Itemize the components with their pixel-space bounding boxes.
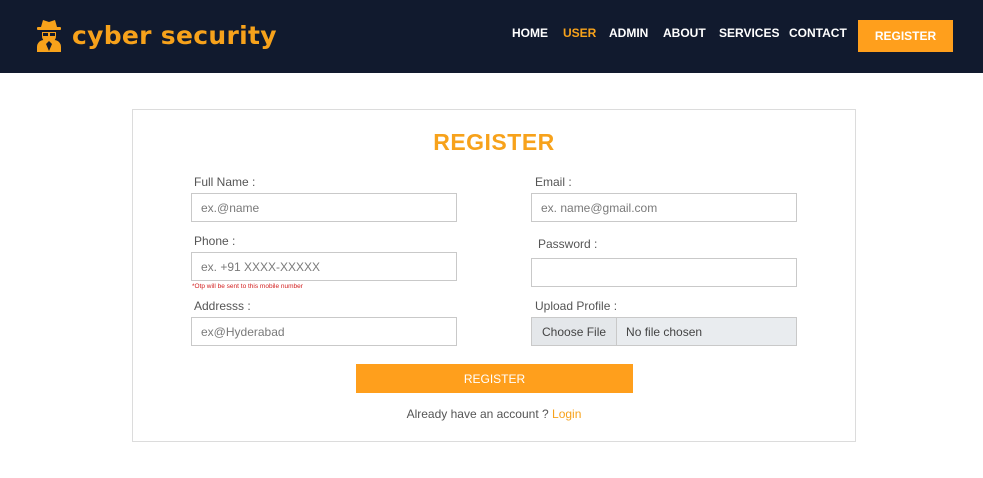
nav-services[interactable]: SERVICES [719, 26, 779, 40]
login-prompt-row: Already have an account ? Login [133, 407, 855, 421]
full-name-label: Full Name : [194, 175, 256, 189]
nav-admin[interactable]: ADMIN [609, 26, 648, 40]
upload-label: Upload Profile : [535, 299, 618, 313]
form-title: REGISTER [433, 129, 555, 155]
file-status: No file chosen [626, 324, 703, 339]
nav-about[interactable]: ABOUT [663, 26, 706, 40]
otp-note: *Otp will be sent to this mobile number [192, 283, 303, 290]
password-label: Password : [538, 237, 598, 251]
upload-profile-input[interactable]: Choose File No file chosen [531, 317, 797, 346]
login-prompt-text: Already have an account ? [406, 407, 549, 421]
nav-home[interactable]: HOME [512, 26, 548, 40]
password-input[interactable] [531, 258, 797, 287]
nav-user[interactable]: USER [563, 26, 596, 40]
full-name-input[interactable] [191, 193, 457, 222]
choose-file-button[interactable]: Choose File [532, 318, 618, 345]
register-card: REGISTER Full Name : Email : Phone : *Ot… [132, 109, 856, 442]
email-input[interactable] [531, 193, 797, 222]
address-label: Addresss : [194, 299, 251, 313]
email-label: Email : [535, 175, 572, 189]
nav-menu: HOME USER ADMIN ABOUT SERVICES CONTACT [0, 26, 983, 44]
phone-input[interactable] [191, 252, 457, 281]
navbar: cyber security HOME USER ADMIN ABOUT SER… [0, 0, 983, 73]
nav-register-button[interactable]: REGISTER [858, 20, 953, 52]
login-link[interactable]: Login [552, 407, 581, 421]
nav-contact[interactable]: CONTACT [789, 26, 847, 40]
phone-label: Phone : [194, 234, 236, 248]
address-input[interactable] [191, 317, 457, 346]
register-submit-button[interactable]: REGISTER [356, 364, 633, 393]
